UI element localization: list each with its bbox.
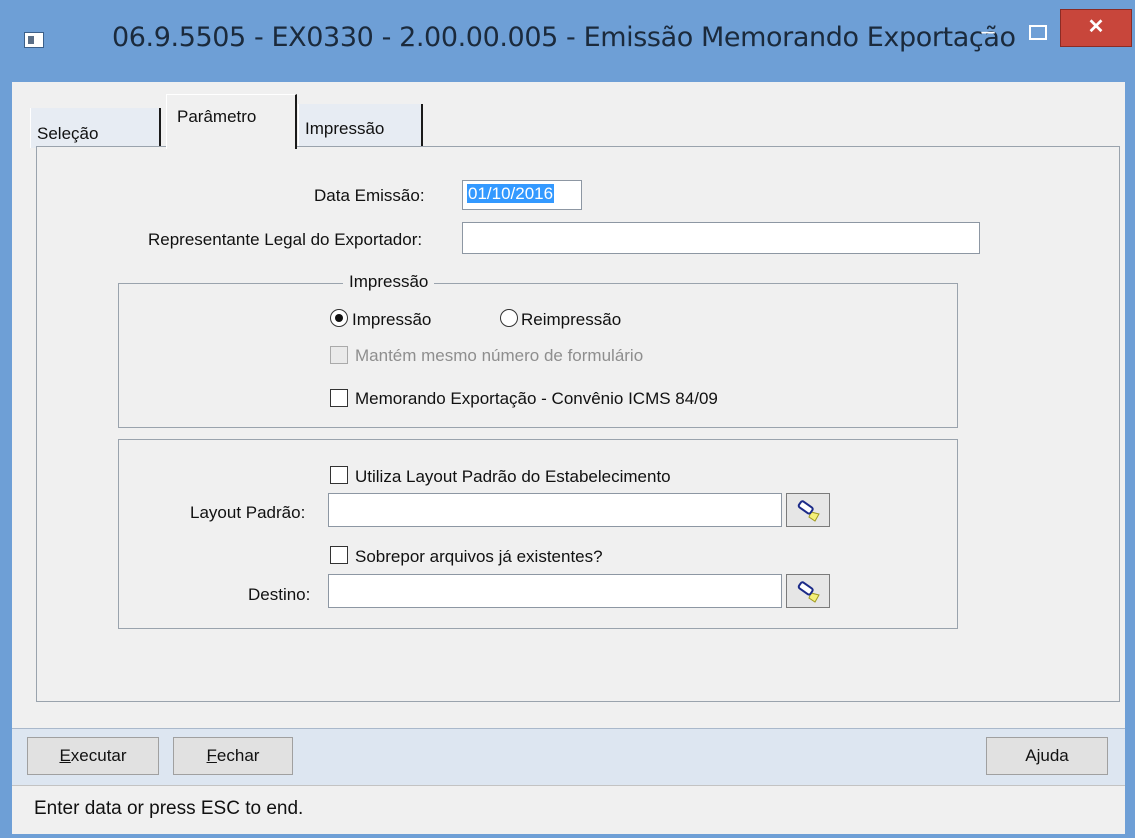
- tab-label: Parâmetro: [177, 107, 257, 126]
- fechar-hotkey: F: [206, 746, 217, 765]
- tab-label: Seleção: [37, 124, 99, 143]
- sobrepor-checkbox[interactable]: [330, 546, 348, 564]
- mantem-numero-checkbox: [330, 346, 348, 364]
- fechar-label: echar: [216, 746, 260, 765]
- tab-impressao[interactable]: Impressão: [298, 104, 423, 148]
- app-window: 06.9.5505 - EX0330 - 2.00.00.005 - Emiss…: [0, 0, 1135, 838]
- tab-parametro[interactable]: Parâmetro: [166, 94, 297, 149]
- tab-selecao[interactable]: Seleção: [30, 108, 161, 148]
- impressao-group-title: Impressão: [343, 272, 435, 292]
- radio-reimpressao-label: Reimpressão: [521, 310, 622, 329]
- flashlight-icon: [797, 581, 820, 603]
- minimize-button[interactable]: –: [968, 18, 1008, 52]
- tab-label: Impressão: [305, 119, 385, 138]
- close-button[interactable]: ✕: [1060, 9, 1132, 47]
- layout-padrao-zoom-button[interactable]: [786, 493, 830, 527]
- app-icon[interactable]: [24, 32, 44, 48]
- sobrepor-label: Sobrepor arquivos já existentes?: [355, 547, 603, 566]
- destino-field[interactable]: [328, 574, 782, 608]
- status-message: Enter data or press ESC to end.: [34, 798, 304, 819]
- data-emissao-label: Data Emissão:: [314, 186, 425, 205]
- window-title: 06.9.5505 - EX0330 - 2.00.00.005 - Emiss…: [112, 22, 1016, 53]
- radio-impressao-label: Impressão: [352, 310, 432, 329]
- mantem-numero-label: Mantém mesmo número de formulário: [355, 346, 644, 365]
- layout-padrao-field[interactable]: [328, 493, 782, 527]
- maximize-button[interactable]: [1016, 18, 1056, 52]
- ajuda-label-end: uda: [1040, 746, 1069, 765]
- utiliza-layout-checkbox[interactable]: [330, 466, 348, 484]
- data-emissao-field[interactable]: 01/10/2016: [462, 180, 582, 210]
- convenio-icms-label: Memorando Exportação - Convênio ICMS 84/…: [355, 389, 718, 408]
- data-emissao-value: 01/10/2016: [467, 184, 555, 203]
- title-bar[interactable]: 06.9.5505 - EX0330 - 2.00.00.005 - Emiss…: [0, 0, 1135, 82]
- executar-button[interactable]: Executar: [27, 737, 159, 775]
- ajuda-button[interactable]: Ajuda: [986, 737, 1108, 775]
- radio-impressao[interactable]: [330, 309, 348, 327]
- convenio-icms-checkbox[interactable]: [330, 389, 348, 407]
- executar-hotkey: E: [59, 746, 71, 765]
- ajuda-label-start: A: [1025, 746, 1037, 765]
- utiliza-layout-label: Utiliza Layout Padrão do Estabelecimento: [355, 467, 671, 486]
- representante-field[interactable]: [462, 222, 980, 254]
- radio-reimpressao[interactable]: [500, 309, 518, 327]
- flashlight-icon: [797, 500, 820, 522]
- executar-label: xecutar: [70, 746, 127, 765]
- layout-padrao-label: Layout Padrão:: [190, 503, 306, 522]
- destino-zoom-button[interactable]: [786, 574, 830, 608]
- representante-label: Representante Legal do Exportador:: [148, 230, 423, 249]
- fechar-button[interactable]: Fechar: [173, 737, 293, 775]
- destino-label: Destino:: [248, 585, 311, 604]
